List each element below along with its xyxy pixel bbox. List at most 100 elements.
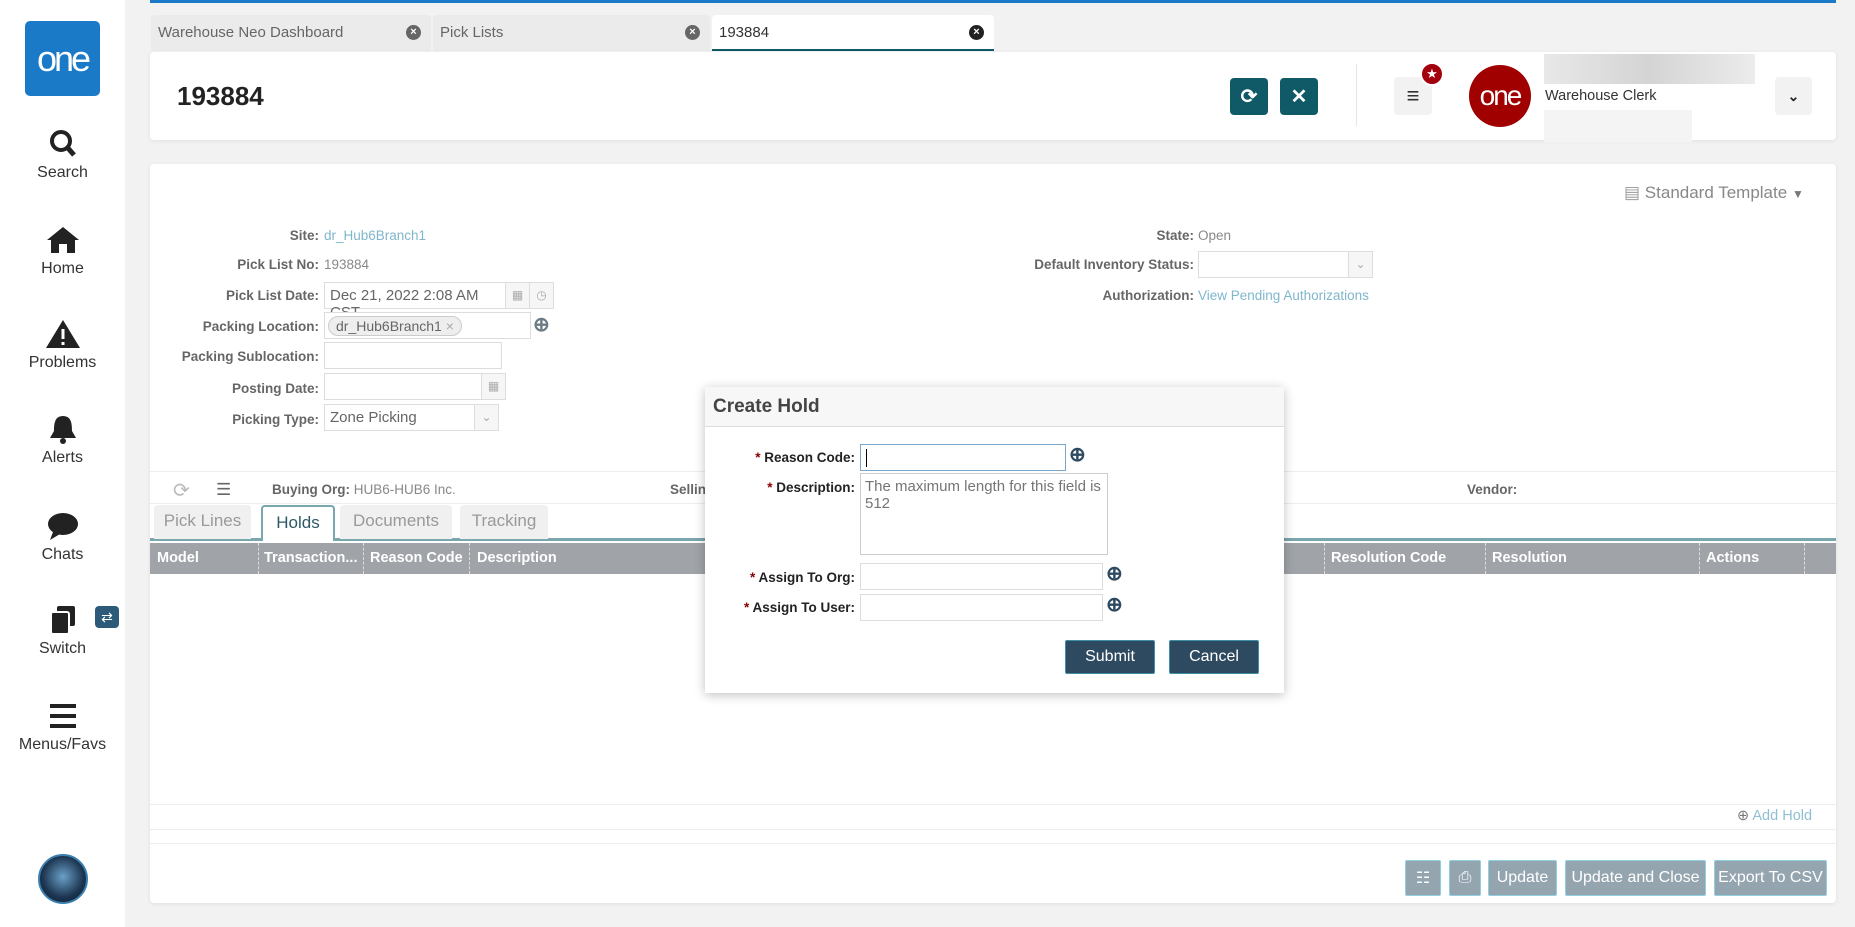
assign-to-org-input[interactable] (860, 563, 1103, 590)
chat-icon (47, 513, 78, 540)
reason-code-input[interactable] (860, 444, 1066, 471)
home-icon (46, 227, 79, 253)
nav-menus-favs[interactable]: Menus/Favs (0, 700, 125, 754)
buying-org: Buying Org: HUB6-HUB6 Inc. (272, 482, 456, 497)
column-actions[interactable]: Actions (1706, 543, 1759, 574)
lookup-magnifier-icon[interactable]: ⊕ (533, 312, 550, 337)
nav-label: Home (41, 260, 84, 277)
picking-type-select[interactable]: Zone Picking ⌄ (324, 404, 499, 431)
column-description[interactable]: Description (477, 543, 557, 574)
nav-label: Problems (28, 354, 97, 371)
nav-label: Menus/Favs (18, 736, 107, 753)
tab-warehouse-neo-dashboard[interactable]: Warehouse Neo Dashboard × (151, 15, 431, 51)
state-label: State: (1156, 228, 1194, 243)
pick-list-no-value: 193884 (324, 257, 370, 272)
assign-to-user-input[interactable] (860, 594, 1103, 621)
reason-code-label: * Reason Code: (705, 450, 855, 465)
required-marker: * (743, 600, 750, 615)
list-icon[interactable]: ☰ (216, 480, 231, 500)
column-resolution-code[interactable]: Resolution Code (1331, 543, 1446, 574)
update-button[interactable]: Update (1488, 860, 1557, 896)
calendar-icon[interactable]: ▦ (481, 374, 505, 399)
page-header: 193884 ⟳ ✕ ≡ ★ one Warehouse Clerk ⌄ (150, 52, 1836, 142)
nav-problems[interactable]: Problems (0, 318, 125, 372)
template-selector[interactable]: ▤ Standard Template ▼ (1624, 183, 1804, 203)
column-transaction[interactable]: Transaction... (264, 543, 357, 574)
assign-to-org-lookup-icon[interactable]: ⊕ (1106, 561, 1123, 586)
assign-to-org-label: * Assign To Org: (705, 570, 855, 585)
sidebar: one Search Home Problems Alerts Chats Sw… (0, 0, 125, 927)
refresh-icon[interactable]: ⟳ (173, 478, 190, 503)
chevron-down-icon: ⌄ (1787, 88, 1800, 104)
required-marker: * (767, 480, 773, 495)
user-dropdown-button[interactable]: ⌄ (1775, 77, 1812, 115)
refresh-button[interactable]: ⟳ (1230, 78, 1268, 115)
calendar-icon[interactable]: ▦ (505, 283, 529, 308)
search-icon (49, 130, 76, 157)
posting-date-input[interactable]: ▦ (324, 373, 506, 400)
tab-documents[interactable]: Documents (340, 505, 452, 539)
vendor-label: Vendor: (1467, 482, 1518, 497)
pick-list-date-input[interactable]: Dec 21, 2022 2:08 AM CST▦◷ (324, 282, 554, 321)
assign-to-user-lookup-icon[interactable]: ⊕ (1106, 592, 1123, 617)
site-link[interactable]: dr_Hub6Branch1 (324, 228, 426, 243)
tab-tracking[interactable]: Tracking (460, 505, 548, 539)
close-tab-icon[interactable]: × (969, 25, 984, 40)
user-role: Warehouse Clerk (1545, 88, 1657, 104)
divider (150, 843, 1836, 844)
cancel-button[interactable]: Cancel (1169, 640, 1259, 674)
site-label: Site: (289, 228, 319, 243)
packing-sublocation-input[interactable] (324, 342, 502, 369)
tab-holds[interactable]: Holds (261, 505, 335, 541)
label-text: Description: (776, 480, 855, 495)
label-text: Assign To User: (752, 600, 855, 615)
default-inventory-status-select[interactable]: ⌄ (1198, 251, 1373, 278)
nav-alerts[interactable]: Alerts (0, 413, 125, 467)
close-tab-icon[interactable]: × (685, 25, 700, 40)
plus-circle-icon: ⊕ (1737, 808, 1750, 824)
dialog-title: Create Hold (713, 396, 820, 417)
tab-193884[interactable]: 193884 × (712, 15, 994, 51)
packing-location-chip: dr_Hub6Branch1 × (328, 316, 462, 336)
nav-search[interactable]: Search (0, 128, 125, 182)
user-avatar[interactable] (38, 854, 88, 904)
nav-label: Alerts (42, 449, 83, 466)
buying-org-label: Buying Org: (272, 482, 350, 497)
column-reason-code[interactable]: Reason Code (370, 543, 463, 574)
star-badge-icon: ★ (1420, 62, 1444, 86)
description-textarea[interactable] (860, 473, 1108, 555)
nav-home[interactable]: Home (0, 224, 125, 278)
tab-pick-lines[interactable]: Pick Lines (154, 505, 251, 539)
app-logo[interactable]: one (25, 21, 100, 96)
switch-badge-icon: ⇄ (95, 606, 119, 628)
text-cursor (866, 449, 867, 467)
history-button[interactable]: ☷ (1405, 860, 1441, 896)
nav-label: Switch (38, 640, 87, 657)
clock-icon[interactable]: ◷ (529, 283, 553, 308)
warning-icon (45, 320, 80, 348)
packing-location-input[interactable]: dr_Hub6Branch1 × (324, 312, 531, 339)
export-to-csv-button[interactable]: Export To CSV (1714, 860, 1827, 896)
update-and-close-button[interactable]: Update and Close (1565, 860, 1706, 896)
create-hold-dialog: Create Hold * Reason Code: ⊕ * Descripti… (705, 387, 1284, 693)
tab-pick-lists[interactable]: Pick Lists × (433, 15, 710, 51)
picking-type-value: Zone Picking (330, 409, 417, 426)
nav-chats[interactable]: Chats (0, 510, 125, 564)
menu-icon: ≡ (1406, 83, 1420, 108)
view-pending-authorizations-link[interactable]: View Pending Authorizations (1198, 288, 1369, 303)
reason-code-lookup-icon[interactable]: ⊕ (1069, 442, 1086, 467)
menu-icon (49, 704, 76, 728)
remove-chip-icon[interactable]: × (446, 318, 454, 334)
print-button[interactable]: ⎙ (1449, 860, 1481, 896)
bell-icon (49, 416, 76, 444)
close-tab-icon[interactable]: × (406, 25, 421, 40)
chevron-down-icon: ⌄ (474, 405, 498, 430)
column-resolution[interactable]: Resolution (1492, 543, 1567, 574)
template-label: Standard Template (1644, 183, 1788, 202)
add-hold-link[interactable]: ⊕ Add Hold (1737, 808, 1812, 824)
redacted-user-name (1544, 54, 1755, 84)
required-marker: * (749, 570, 756, 585)
close-button[interactable]: ✕ (1280, 78, 1318, 115)
submit-button[interactable]: Submit (1065, 640, 1155, 674)
column-model[interactable]: Model (157, 543, 199, 574)
